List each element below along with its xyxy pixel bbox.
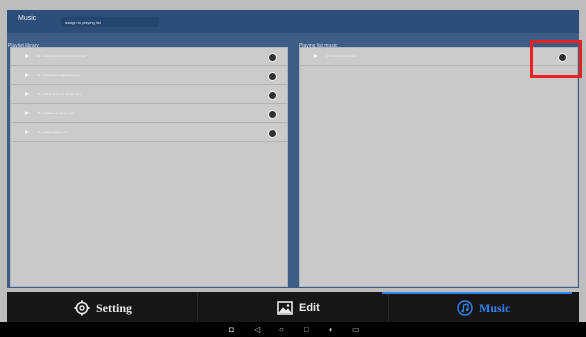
top-bar: Music assign to playing list <box>7 10 579 33</box>
play-icon[interactable] <box>25 130 29 134</box>
volume-down-icon[interactable]: ◖ <box>328 325 333 334</box>
back-icon[interactable]: ◁ <box>254 325 260 334</box>
system-nav-bar: ◘ ◁ ○ □ ◖ ▭ <box>0 322 586 337</box>
list-item[interactable]: 04 - ut labore et dolore.mp3 <box>11 105 287 123</box>
list-item-label: 02 - consectetur adipiscing.mp3 <box>37 73 80 77</box>
list-item[interactable]: 03 - sed do eiusmod tempor.mp3 <box>11 86 287 104</box>
play-icon[interactable] <box>25 73 29 77</box>
screenshot-icon[interactable]: ◘ <box>229 325 234 334</box>
list-item-label: 03 - sed do eiusmod tempor.mp3 <box>37 92 81 96</box>
highlight-box <box>530 40 582 78</box>
content-area: 01 - Lorem ipsum dolor sit amet.mp3 02 -… <box>7 33 579 288</box>
edit-label: Edit <box>299 302 320 314</box>
toggle-knob-icon[interactable] <box>268 53 277 62</box>
playing-list-header: Playing list music <box>299 43 338 49</box>
music-button[interactable]: Music <box>381 292 573 316</box>
music-label: Music <box>479 300 511 315</box>
toggle-knob-icon[interactable] <box>268 129 277 138</box>
setting-label: Setting <box>96 300 132 315</box>
edit-button[interactable]: Edit <box>277 300 320 316</box>
assign-to-playing-list-tab[interactable]: assign to playing list <box>61 17 159 27</box>
image-icon <box>277 301 293 315</box>
recents-icon[interactable]: □ <box>304 325 309 334</box>
app-window: Music assign to playing list 01 - Lorem … <box>0 0 586 337</box>
playing-list-panel: 01 - Lorem ipsum.mp3 <box>299 47 578 287</box>
toggle-knob-icon[interactable] <box>268 110 277 119</box>
toggle-knob-icon[interactable] <box>268 91 277 100</box>
music-note-icon <box>457 300 473 316</box>
play-icon[interactable] <box>25 92 29 96</box>
list-item[interactable]: 02 - consectetur adipiscing.mp3 <box>11 67 287 85</box>
list-item-label: 04 - ut labore et dolore.mp3 <box>37 111 74 115</box>
list-item-label: 01 - Lorem ipsum.mp3 <box>326 54 357 58</box>
nav-divider <box>197 292 198 322</box>
nav-divider <box>388 292 389 322</box>
bottom-nav: Setting Edit Music <box>7 292 579 322</box>
volume-up-icon[interactable]: ▭ <box>352 325 360 334</box>
list-item-label: 05 - magna aliqua.mp3 <box>37 130 68 134</box>
playlist-library-panel: 01 - Lorem ipsum dolor sit amet.mp3 02 -… <box>10 47 288 287</box>
home-icon[interactable]: ○ <box>279 325 284 334</box>
setting-button[interactable]: Setting <box>74 300 132 316</box>
play-icon[interactable] <box>25 54 29 58</box>
play-icon[interactable] <box>25 111 29 115</box>
list-item-label: 01 - Lorem ipsum dolor sit amet.mp3 <box>37 54 86 58</box>
list-item[interactable]: 01 - Lorem ipsum dolor sit amet.mp3 <box>11 48 287 66</box>
list-item[interactable]: 05 - magna aliqua.mp3 <box>11 124 287 142</box>
playlist-library-header: Playlist library <box>8 43 39 49</box>
gear-icon <box>74 300 90 316</box>
play-icon[interactable] <box>314 54 318 58</box>
app-title: Music <box>18 15 37 22</box>
toggle-knob-icon[interactable] <box>268 72 277 81</box>
